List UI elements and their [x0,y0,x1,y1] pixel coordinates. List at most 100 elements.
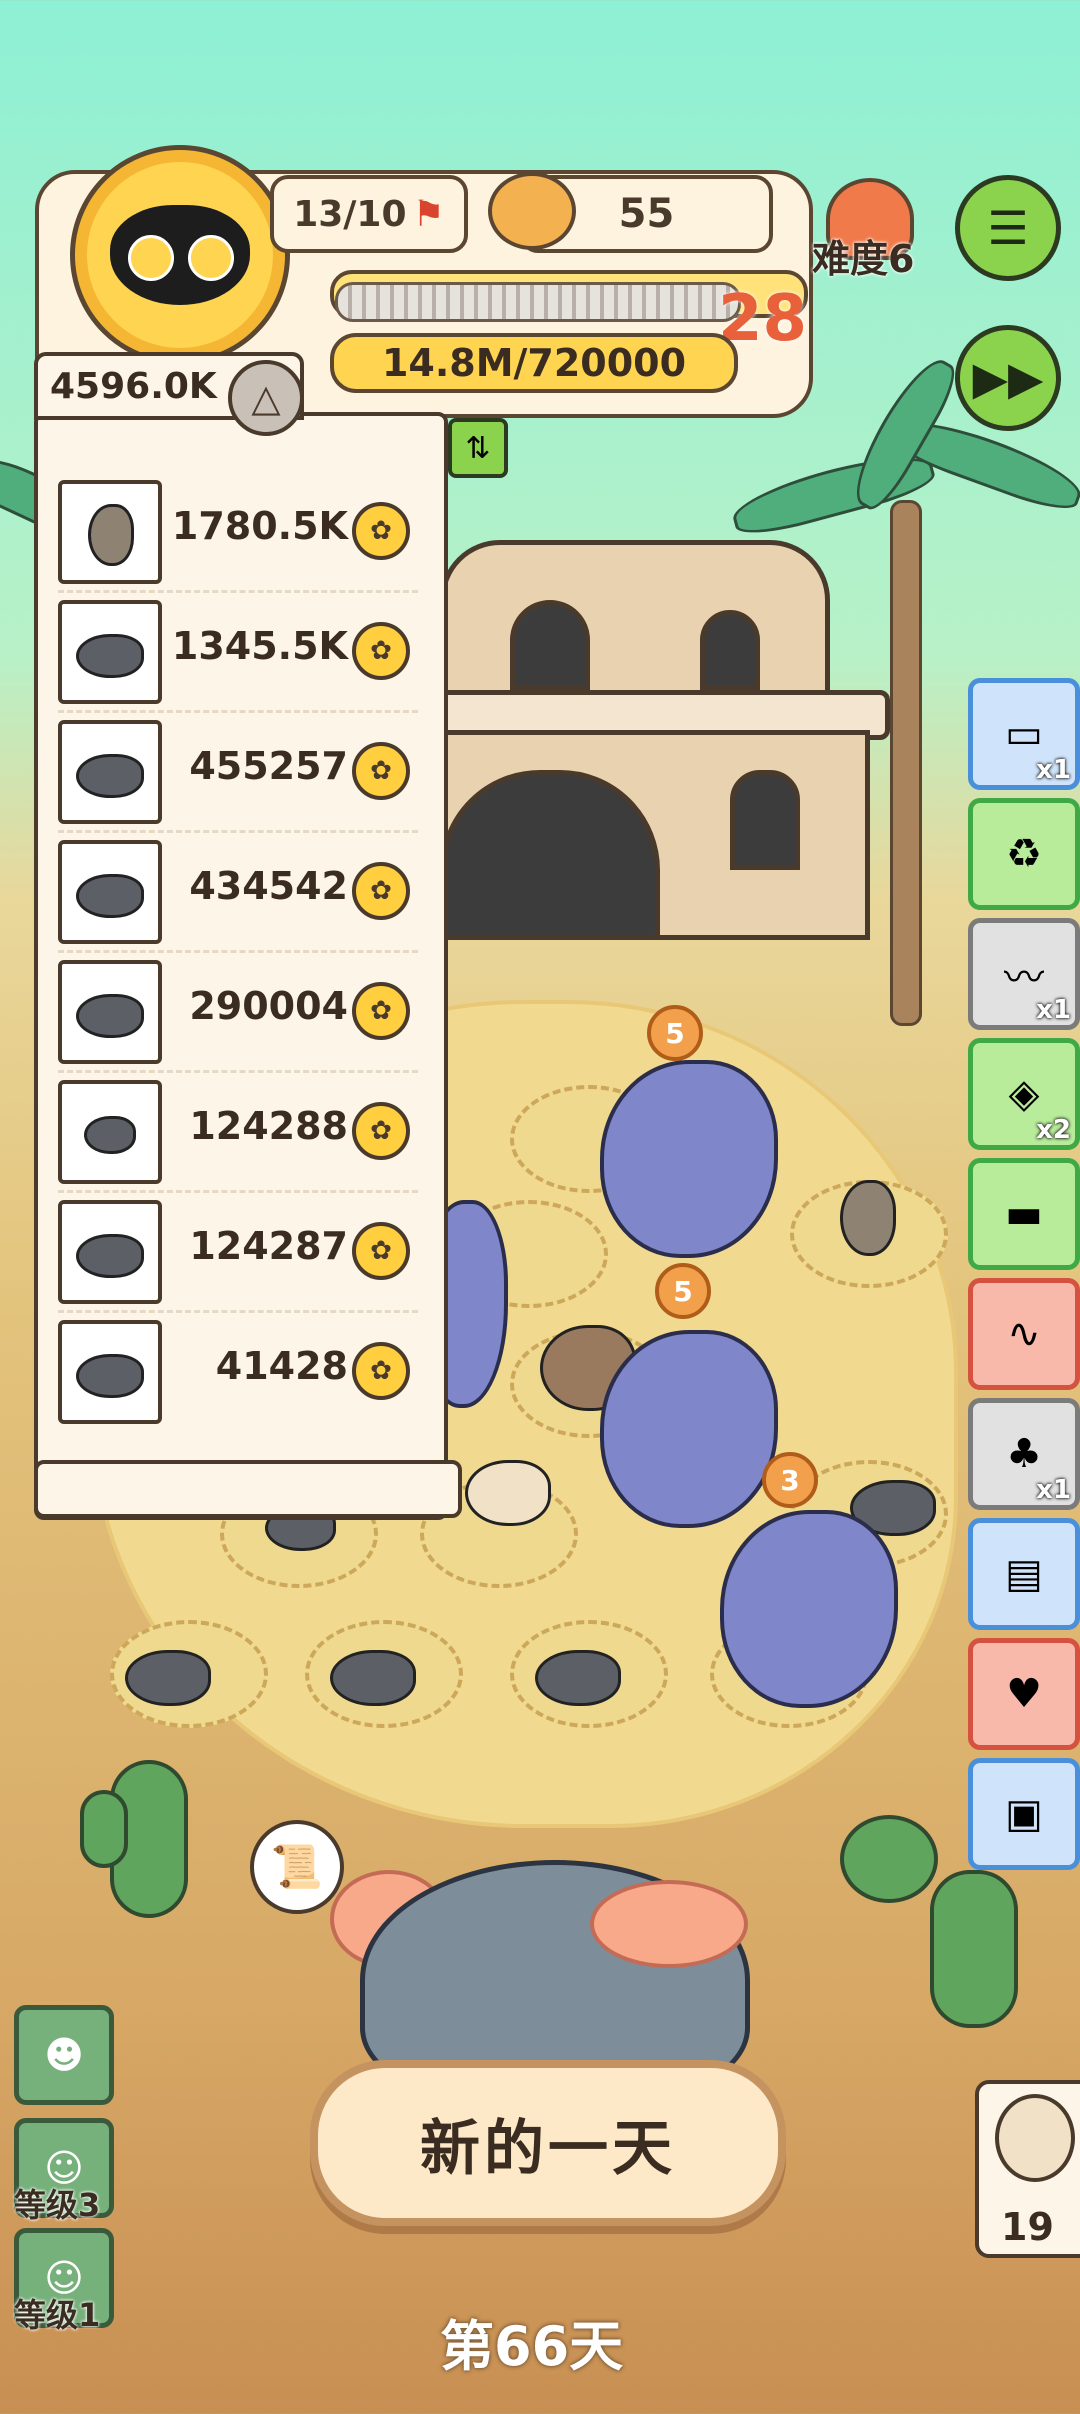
item-worm[interactable]: 〰 x1 [968,918,1080,1030]
field-chick[interactable] [465,1460,551,1526]
card-icon: ▬ [1005,1191,1043,1237]
palm-trunk [890,500,922,1026]
round-cactus [840,1815,938,1903]
owl-count: 19 [1001,2205,1054,2249]
player-avatar[interactable] [70,145,290,365]
item-qty: x2 [1036,1115,1071,1145]
rank-row[interactable]: 434542 ✿ [58,840,418,944]
chevron-up-icon: △ [251,376,281,420]
paw-coin-icon: ✿ [352,1342,410,1400]
jerboa-icon [58,480,162,584]
certificate-icon: 📜 [270,1842,324,1891]
row-divider [58,1190,418,1193]
fast-forward-icon: ▶▶ [972,351,1044,405]
rank-row[interactable]: 455257 ✿ [58,720,418,824]
field-dragon[interactable] [600,1330,778,1528]
rank-value: 41428 [215,1344,348,1388]
shadow-creature-icon: ☻ [44,2033,84,2077]
row-divider [58,1070,418,1073]
mouse-icon [58,840,162,944]
paw-coin-icon: ✿ [352,982,410,1040]
item-candy[interactable]: ◈ x2 [968,1038,1080,1150]
paw-coin-icon: ✿ [352,622,410,680]
item-potion[interactable]: ♥ [968,1638,1080,1750]
mouse-icon [58,600,162,704]
rank-value: 434542 [189,864,348,908]
rank-value: 1780.5K [171,504,348,548]
paw-coin-icon: ✿ [352,1102,410,1160]
rank-value: 124288 [189,1104,348,1148]
rank-row[interactable]: 1780.5K ✿ [58,480,418,584]
ticket-icon: ♻ [1006,831,1042,877]
field-dragon[interactable] [600,1060,778,1258]
row-divider [58,830,418,833]
sort-button[interactable]: ⇅ [448,418,508,478]
rank-row[interactable]: 124287 ✿ [58,1200,418,1304]
cat-eye [188,235,234,281]
rank-value: 455257 [189,744,348,788]
experience-fill [335,282,741,322]
item-ticket[interactable]: ♻ [968,798,1080,910]
item-chest[interactable]: ▣ [968,1758,1080,1870]
quest-bubble[interactable]: 📜 [250,1820,344,1914]
rank-row[interactable]: 290004 ✿ [58,960,418,1064]
capacity-counter[interactable]: 13/10 ⚑ [270,175,468,253]
flag-icon: ⚑ [412,193,445,235]
mouse-icon [58,720,162,824]
rank-value: 290004 [189,984,348,1028]
rank-value: 124287 [189,1224,348,1268]
mouse-icon [58,1200,162,1304]
field-jerboa[interactable] [840,1180,896,1256]
collapse-panel-button[interactable]: △ [228,360,304,436]
menu-button[interactable]: ☰ [955,175,1061,281]
item-snake[interactable]: ∿ [968,1278,1080,1390]
menu-icon: ☰ [987,201,1029,255]
chest-icon: ▣ [1005,1791,1043,1837]
owl-icon [995,2094,1075,2182]
field-mouse[interactable] [330,1650,416,1706]
merge-level-badge: 5 [655,1263,711,1319]
money-progress: 14.8M/720000 [330,333,738,393]
vehicle-icon: ▭ [1005,711,1043,757]
rank-row[interactable]: 41428 ✿ [58,1320,418,1424]
paw-coin-icon: ✿ [352,502,410,560]
black-cat-icon [110,205,250,305]
item-card[interactable]: ▬ [968,1158,1080,1270]
cat-eye [128,235,174,281]
snake-icon: ∿ [1007,1311,1041,1357]
potion-icon: ♥ [1006,1671,1042,1717]
field-dragon[interactable] [720,1510,898,1708]
food-bowl-icon [488,172,576,250]
skill-level-label: 等级3 [14,2186,101,2224]
row-divider [58,590,418,593]
field-mouse[interactable] [125,1650,211,1706]
item-qty: x1 [1036,755,1071,785]
mouse-icon [58,960,162,1064]
monster-hair [590,1880,748,1968]
cactus [80,1790,128,1868]
item-qty: x1 [1036,1475,1071,1505]
field-mouse[interactable] [535,1650,621,1706]
difficulty-label[interactable]: 难度6 [812,228,914,283]
paw-coin-icon: ✿ [352,862,410,920]
capacity-text: 13/10 [293,193,407,235]
item-vehicle[interactable]: ▭ x1 [968,678,1080,790]
row-divider [58,950,418,953]
mouse-icon [58,1320,162,1424]
item-fire-card[interactable]: ▤ [968,1518,1080,1630]
row-divider [58,1310,418,1313]
food-count-text: 55 [618,191,675,237]
fast-forward-button[interactable]: ▶▶ [955,325,1061,431]
small-mouse-icon [58,1080,162,1184]
rank-row[interactable]: 1345.5K ✿ [58,600,418,704]
skill-shadow-button[interactable]: ☻ [14,2005,114,2105]
item-qty: x1 [1036,995,1071,1025]
new-day-button[interactable]: 新的一天 [310,2060,786,2226]
paw-coin-icon: ✿ [352,742,410,800]
rank-row[interactable]: 124288 ✿ [58,1080,418,1184]
cactus [930,1870,1018,2028]
fire-card-icon: ▤ [1005,1551,1043,1597]
merge-level-badge: 5 [647,1005,703,1061]
scroll-footer [34,1460,462,1518]
item-mushroom[interactable]: ♣ x1 [968,1398,1080,1510]
